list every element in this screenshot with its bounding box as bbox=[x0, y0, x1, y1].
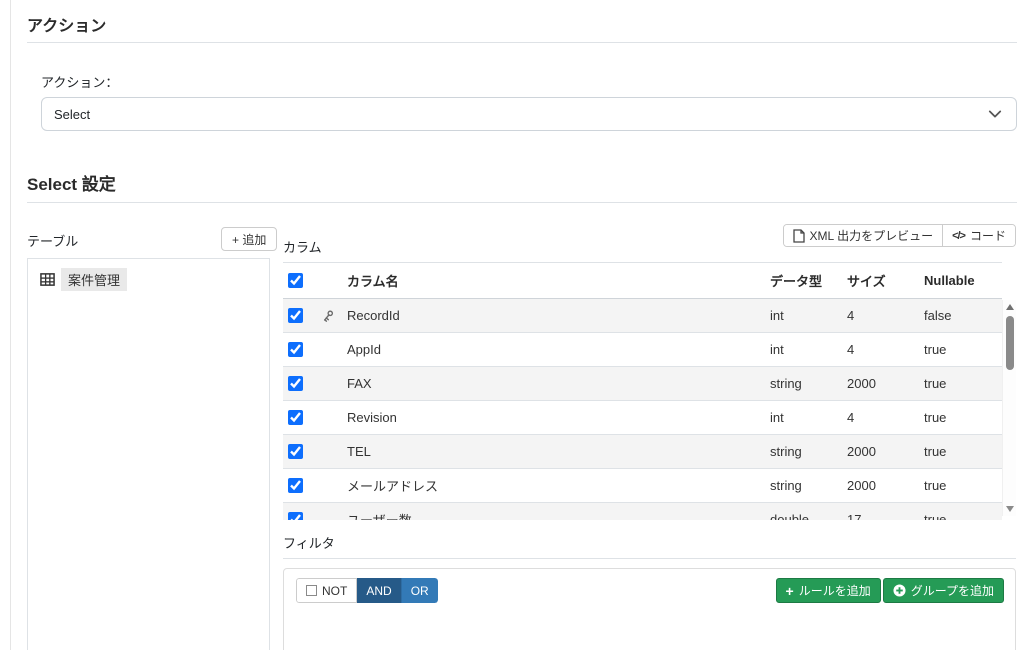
xml-preview-button[interactable]: XML 出力をプレビュー bbox=[783, 225, 943, 246]
divider bbox=[27, 42, 1017, 43]
chevron-down-icon bbox=[988, 110, 1002, 118]
and-button[interactable]: AND bbox=[357, 578, 401, 603]
cell-size: 2000 bbox=[847, 366, 924, 401]
condition-group: NOT AND OR bbox=[296, 578, 438, 603]
code-label: コード bbox=[969, 229, 1006, 243]
row-checkbox[interactable] bbox=[288, 308, 303, 323]
columns-table: カラム名 データ型 サイズ Nullable RecordId int 4 fa bbox=[283, 262, 1002, 520]
code-button[interactable]: </> コード bbox=[942, 225, 1015, 246]
columns-toolbar: XML 出力をプレビュー </> コード bbox=[782, 224, 1016, 247]
cell-nullable: true bbox=[924, 366, 1002, 401]
table-row: AppId int 4 true bbox=[283, 332, 1002, 367]
filter-builder-panel: NOT AND OR + ルールを追加 グループを追加 bbox=[283, 568, 1016, 650]
table-row: Revision int 4 true bbox=[283, 400, 1002, 435]
table-grid-icon bbox=[40, 273, 55, 286]
cell-column-name: TEL bbox=[343, 434, 770, 469]
plus-icon: + bbox=[785, 582, 794, 599]
checkbox-unchecked-icon bbox=[306, 585, 317, 596]
cell-size: 2000 bbox=[847, 468, 924, 503]
row-checkbox[interactable] bbox=[288, 478, 303, 493]
scrollbar-thumb[interactable] bbox=[1006, 316, 1014, 370]
add-table-button[interactable]: + 追加 bbox=[221, 227, 278, 251]
settings-section-title: Select 設定 bbox=[27, 175, 116, 194]
not-toggle-button[interactable]: NOT bbox=[296, 578, 358, 603]
scroll-up-arrow-icon[interactable] bbox=[1006, 304, 1014, 310]
tables-tree-panel: 案件管理 bbox=[27, 258, 270, 650]
table-row: TEL string 2000 true bbox=[283, 434, 1002, 469]
page: アクション アクション： Select Select 設定 テーブル + 追加 … bbox=[0, 0, 1036, 650]
action-section-title: アクション bbox=[27, 18, 107, 35]
add-rule-label: ルールを追加 bbox=[798, 584, 871, 598]
cell-size: 4 bbox=[847, 332, 924, 367]
cell-column-name: Revision bbox=[343, 400, 770, 435]
cell-nullable: true bbox=[924, 332, 1002, 367]
cell-size: 17 bbox=[847, 502, 924, 520]
cell-column-name: AppId bbox=[343, 332, 770, 367]
action-field-label: アクション： bbox=[41, 75, 119, 90]
cell-data-type: double bbox=[770, 502, 847, 520]
tree-item-label: 案件管理 bbox=[61, 268, 128, 291]
add-group-label: グループを追加 bbox=[910, 584, 994, 598]
cell-data-type: int bbox=[770, 332, 847, 367]
add-rule-button[interactable]: + ルールを追加 bbox=[775, 578, 881, 603]
header-nullable: Nullable bbox=[924, 262, 1002, 299]
row-checkbox[interactable] bbox=[288, 376, 303, 391]
cell-column-name: ユーザー数 bbox=[343, 502, 770, 520]
table-row: FAX string 2000 true bbox=[283, 366, 1002, 401]
cell-nullable: true bbox=[924, 400, 1002, 435]
cell-data-type: string bbox=[770, 366, 847, 401]
not-label: NOT bbox=[322, 583, 348, 598]
cell-nullable: true bbox=[924, 502, 1002, 520]
code-icon: </> bbox=[952, 229, 966, 242]
primary-key-icon bbox=[323, 310, 334, 322]
cell-column-name: メールアドレス bbox=[343, 468, 770, 503]
scroll-down-arrow-icon[interactable] bbox=[1006, 506, 1014, 512]
columns-panel-label: カラム bbox=[283, 240, 322, 255]
or-button[interactable]: OR bbox=[400, 578, 438, 603]
table-row: ユーザー数 double 17 true bbox=[283, 502, 1002, 520]
cell-size: 4 bbox=[847, 400, 924, 435]
cell-nullable: true bbox=[924, 434, 1002, 469]
action-select-value: Select bbox=[54, 106, 91, 122]
select-all-checkbox[interactable] bbox=[288, 273, 303, 288]
cell-column-name: RecordId bbox=[343, 298, 770, 333]
columns-table-container: カラム名 データ型 サイズ Nullable RecordId int 4 fa bbox=[283, 262, 1016, 520]
add-group-button[interactable]: グループを追加 bbox=[882, 578, 1004, 603]
cell-nullable: true bbox=[924, 468, 1002, 503]
row-checkbox[interactable] bbox=[288, 410, 303, 425]
vertical-scrollbar[interactable] bbox=[1002, 300, 1016, 516]
header-data-type: データ型 bbox=[770, 262, 847, 299]
cell-nullable: false bbox=[924, 298, 1002, 333]
row-checkbox[interactable] bbox=[288, 512, 303, 520]
page-left-border bbox=[10, 0, 11, 650]
cell-data-type: int bbox=[770, 400, 847, 435]
header-column-name: カラム名 bbox=[343, 262, 770, 299]
file-icon bbox=[792, 228, 805, 243]
row-checkbox[interactable] bbox=[288, 342, 303, 357]
divider bbox=[27, 202, 1017, 203]
plus-circle-icon bbox=[893, 584, 906, 597]
table-header-row: カラム名 データ型 サイズ Nullable bbox=[283, 262, 1002, 299]
cell-data-type: int bbox=[770, 298, 847, 333]
table-row: RecordId int 4 false bbox=[283, 298, 1002, 333]
cell-data-type: string bbox=[770, 468, 847, 503]
filter-panel-label: フィルタ bbox=[283, 536, 335, 551]
tree-item-table[interactable]: 案件管理 bbox=[40, 268, 269, 291]
header-size: サイズ bbox=[847, 262, 924, 299]
xml-preview-label: XML 出力をプレビュー bbox=[809, 229, 934, 243]
divider bbox=[283, 558, 1016, 559]
cell-data-type: string bbox=[770, 434, 847, 469]
table-row: メールアドレス string 2000 true bbox=[283, 468, 1002, 503]
row-checkbox[interactable] bbox=[288, 444, 303, 459]
cell-size: 4 bbox=[847, 298, 924, 333]
tables-panel-label: テーブル bbox=[27, 234, 79, 249]
action-select[interactable]: Select bbox=[41, 97, 1017, 131]
filter-actions: + ルールを追加 グループを追加 bbox=[775, 578, 1004, 603]
cell-size: 2000 bbox=[847, 434, 924, 469]
cell-column-name: FAX bbox=[343, 366, 770, 401]
